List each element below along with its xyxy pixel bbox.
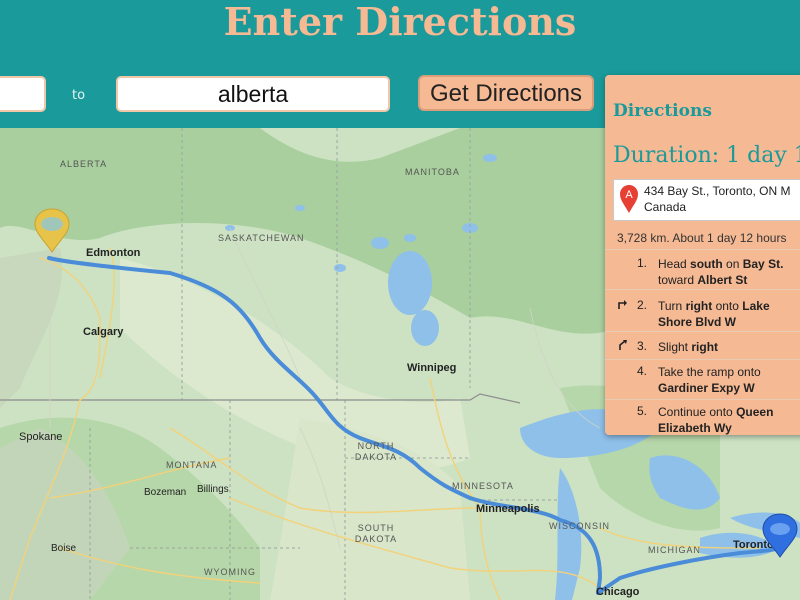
marker-a-letter: A [625, 189, 633, 201]
turn-right-icon [618, 300, 627, 309]
city-label: Spokane [19, 431, 63, 443]
step-instruction: Head south on Bay St. toward Albert St [658, 257, 784, 287]
directions-panel: Directions Duration: 1 day 12 A 434 Bay … [605, 75, 800, 435]
slight-right-icon [619, 340, 627, 350]
origin-address-card[interactable]: A 434 Bay St., Toronto, ON M Canada [613, 179, 800, 221]
region-label: SASKATCHEWAN [218, 233, 305, 243]
city-label: Winnipeg [407, 362, 457, 374]
destination-input[interactable]: alberta [116, 76, 390, 112]
city-label: Boise [51, 543, 77, 554]
region-label: MINNESOTA [452, 481, 514, 491]
step-instruction: Take the ramp onto Gardiner Expy W [658, 365, 761, 395]
city-label: Calgary [83, 326, 124, 338]
get-directions-button[interactable]: Get Directions [418, 75, 594, 111]
origin-pin-icon[interactable] [760, 513, 800, 559]
direction-step[interactable]: 4. Take the ramp onto Gardiner Expy W [605, 359, 800, 400]
step-number: 2. [636, 298, 647, 312]
destination-pin-icon[interactable] [32, 208, 72, 254]
direction-step[interactable]: 3. Slight right [605, 331, 800, 360]
step-instruction: Turn right onto Lake Shore Blvd W [658, 299, 770, 329]
page-title: Enter Directions [223, 0, 577, 44]
origin-address: 434 Bay St., Toronto, ON M Canada [644, 184, 791, 214]
marker-a-icon: A [620, 185, 638, 213]
city-label: Edmonton [86, 247, 141, 259]
step-number: 1. [636, 256, 647, 270]
step-instruction: Slight right [658, 340, 719, 354]
region-label: MANITOBA [405, 167, 460, 177]
city-label: Minneapolis [476, 503, 540, 515]
direction-step[interactable]: 2. Turn right onto Lake Shore Blvd W [605, 289, 800, 332]
city-label: Billings [197, 484, 229, 495]
step-number: 5. [636, 404, 647, 418]
region-label: WYOMING [204, 567, 256, 577]
step-number: 4. [636, 364, 647, 378]
region-label: ALBERTA [60, 159, 108, 169]
region-label: SOUTH DAKOTA [354, 523, 398, 544]
region-label: NORTH DAKOTA [354, 441, 398, 462]
route-summary: 3,728 km. About 1 day 12 hours [617, 231, 787, 245]
region-label: MICHIGAN [648, 545, 701, 555]
step-instruction: Continue onto Queen Elizabeth Wy [658, 405, 774, 435]
direction-step[interactable]: 1. Head south on Bay St. toward Albert S… [605, 249, 800, 290]
step-number: 3. [636, 339, 647, 353]
origin-input[interactable] [0, 76, 46, 112]
region-label: MONTANA [166, 460, 218, 470]
city-label: Bozeman [144, 487, 187, 498]
directions-title: Directions [613, 101, 712, 121]
to-label: to [72, 88, 86, 103]
direction-step[interactable]: 5. Continue onto Queen Elizabeth Wy [605, 399, 800, 435]
city-label: Chicago [596, 586, 640, 598]
region-label: WISCONSIN [549, 521, 611, 531]
duration-text: Duration: 1 day 12 [613, 143, 800, 168]
